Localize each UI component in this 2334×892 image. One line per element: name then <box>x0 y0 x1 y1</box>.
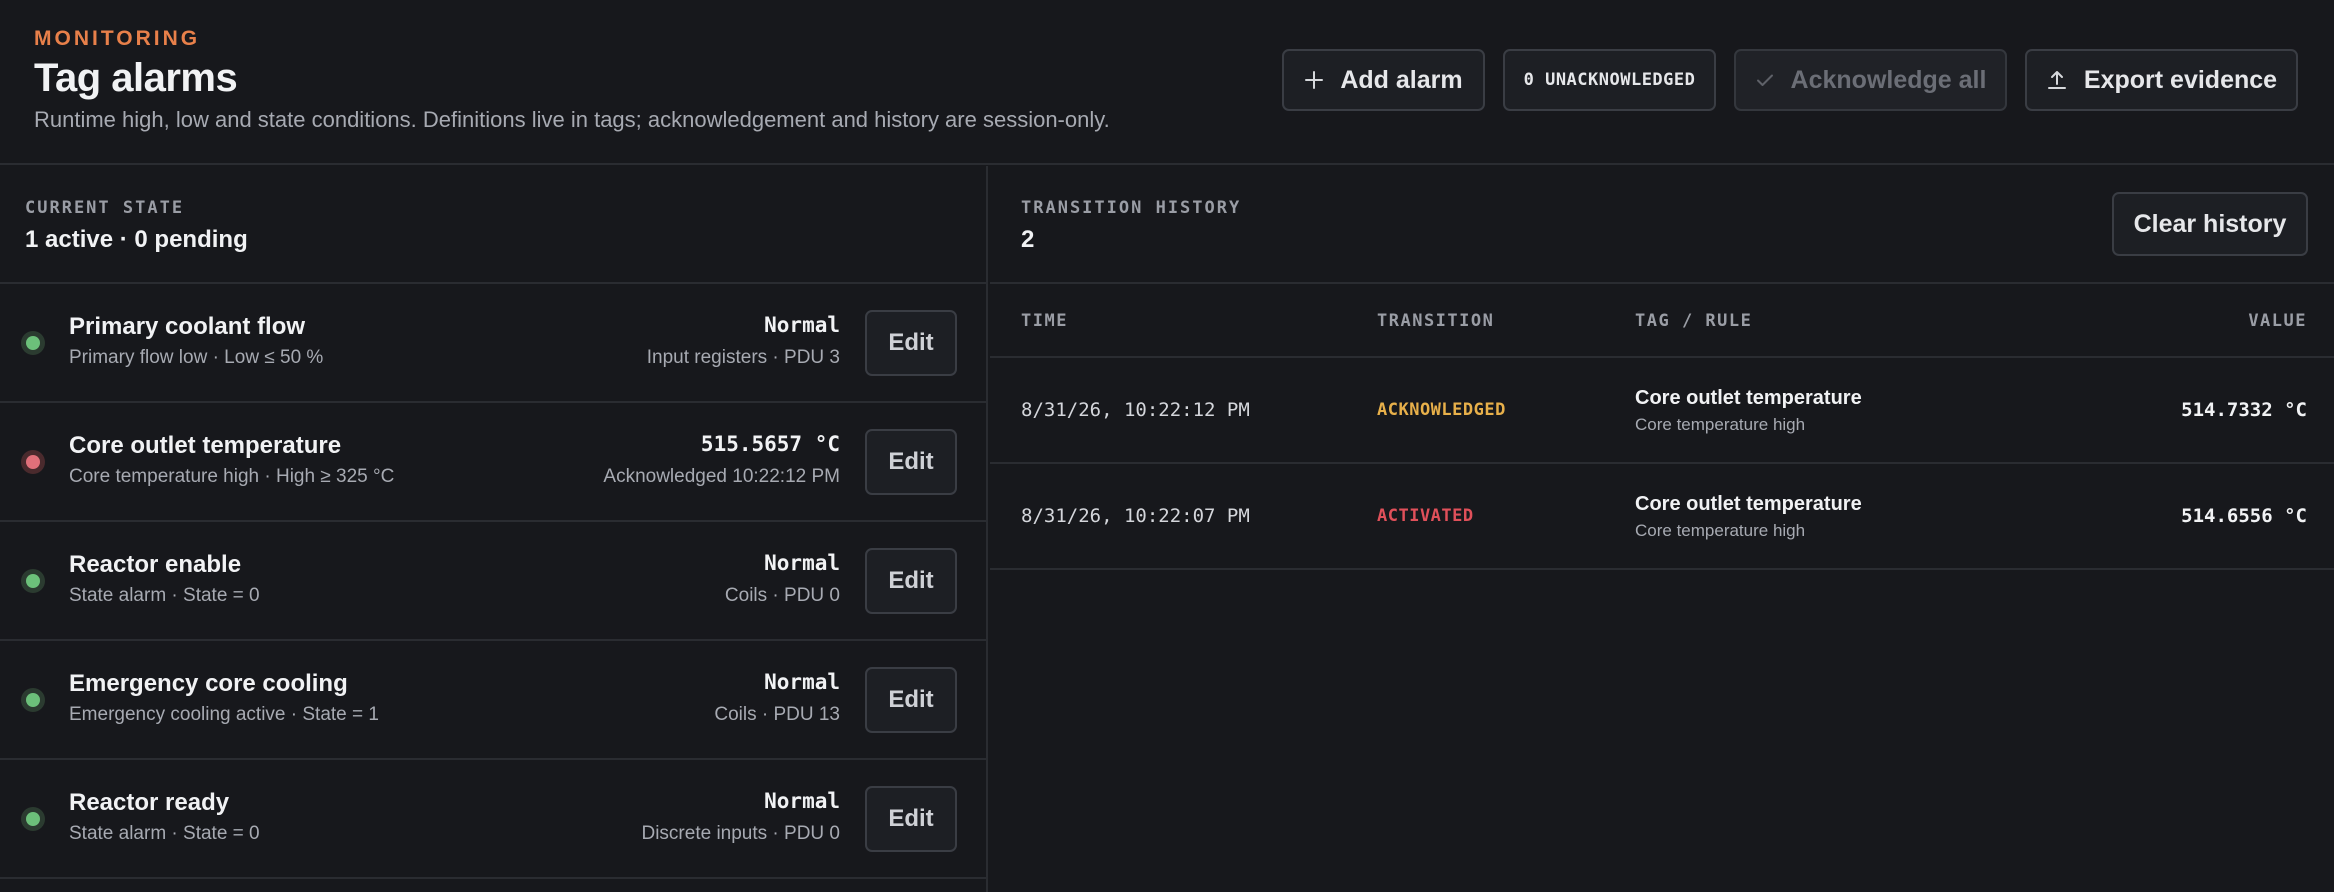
history-label: TRANSITION HISTORY <box>1021 198 1242 218</box>
clear-history-button[interactable]: Clear history <box>2112 192 2308 256</box>
export-evidence-label: Export evidence <box>2083 65 2278 94</box>
edit-alarm-button[interactable]: Edit <box>865 429 957 495</box>
export-evidence-button[interactable]: Export evidence <box>2025 49 2298 111</box>
add-alarm-label: Add alarm <box>1340 65 1463 94</box>
acknowledge-all-label: Acknowledge all <box>1790 65 1987 94</box>
current-state-header: CURRENT STATE 1 active · 0 pending <box>0 166 986 284</box>
column-time: TIME <box>1021 311 1068 331</box>
alarm-value: Normal <box>764 789 840 813</box>
alarm-source: Input registers · PDU 3 <box>646 347 840 368</box>
current-state-label: CURRENT STATE <box>25 198 185 218</box>
alarm-name: Reactor enable <box>69 551 242 578</box>
alarm-row: Core outlet temperature Core temperature… <box>0 403 986 522</box>
edit-alarm-button[interactable]: Edit <box>865 310 957 376</box>
section-eyebrow: MONITORING <box>34 27 201 50</box>
alarm-rule: Core temperature high · High ≥ 325 °C <box>69 466 395 487</box>
alarm-source: Acknowledged 10:22:12 PM <box>603 466 840 487</box>
alarm-row: Reactor enable State alarm · State = 0 N… <box>0 522 986 641</box>
status-ok-icon <box>21 331 45 355</box>
page-header: MONITORING Tag alarms Runtime high, low … <box>0 0 2334 165</box>
history-count: 2 <box>1021 226 1035 253</box>
plus-icon <box>1304 70 1324 90</box>
transition-badge: ACTIVATED <box>1377 506 1474 526</box>
column-tag-rule: TAG / RULE <box>1635 311 1753 331</box>
status-active-icon <box>21 450 45 474</box>
history-rule: Core temperature high <box>1635 415 1806 434</box>
alarm-value: Normal <box>764 313 840 337</box>
history-time: 8/31/26, 10:22:12 PM <box>1021 399 1250 421</box>
alarm-value: 515.5657 °C <box>700 432 840 456</box>
history-tag: Core outlet temperature <box>1635 387 1862 409</box>
alarm-source: Coils · PDU 0 <box>724 585 840 606</box>
alarm-value: Normal <box>764 670 840 694</box>
page-subtitle: Runtime high, low and state conditions. … <box>34 107 1110 132</box>
history-rule: Core temperature high <box>1635 521 1806 540</box>
transition-history-panel: TRANSITION HISTORY 2 Clear history TIME … <box>990 166 2334 892</box>
alarm-name: Reactor ready <box>69 789 230 816</box>
page-title: Tag alarms <box>34 56 238 100</box>
status-ok-icon <box>21 569 45 593</box>
upload-icon <box>2046 69 2068 91</box>
alarm-row: Reactor ready State alarm · State = 0 No… <box>0 760 986 879</box>
status-ok-icon <box>21 807 45 831</box>
alarm-rule: Primary flow low · Low ≤ 50 % <box>69 347 324 368</box>
check-icon <box>1755 70 1775 90</box>
column-value: VALUE <box>2248 311 2307 331</box>
history-table-header: TIME TRANSITION TAG / RULE VALUE <box>990 284 2334 358</box>
history-time: 8/31/26, 10:22:07 PM <box>1021 505 1250 527</box>
alarm-name: Primary coolant flow <box>69 313 306 340</box>
edit-alarm-button[interactable]: Edit <box>865 667 957 733</box>
alarm-rule: State alarm · State = 0 <box>69 823 260 844</box>
alarm-source: Coils · PDU 13 <box>714 704 840 725</box>
table-row: 8/31/26, 10:22:07 PM ACTIVATED Core outl… <box>990 464 2334 570</box>
unacknowledged-badge[interactable]: 0 UNACKNOWLEDGED <box>1503 49 1716 111</box>
alarm-rule: Emergency cooling active · State = 1 <box>69 704 379 725</box>
status-ok-icon <box>21 688 45 712</box>
alarm-row: Emergency core cooling Emergency cooling… <box>0 641 986 760</box>
history-value: 514.7332 °C <box>2181 399 2307 421</box>
alarm-name: Core outlet temperature <box>69 432 342 459</box>
edit-alarm-button[interactable]: Edit <box>865 548 957 614</box>
edit-alarm-button[interactable]: Edit <box>865 786 957 852</box>
alarm-row: Primary coolant flow Primary flow low · … <box>0 284 986 403</box>
current-state-summary: 1 active · 0 pending <box>25 226 248 253</box>
alarm-value: Normal <box>764 551 840 575</box>
current-state-panel: CURRENT STATE 1 active · 0 pending Prima… <box>0 166 988 892</box>
alarm-rule: State alarm · State = 0 <box>69 585 260 606</box>
history-header: TRANSITION HISTORY 2 Clear history <box>990 166 2334 284</box>
alarm-name: Emergency core cooling <box>69 670 348 697</box>
alarm-source: Discrete inputs · PDU 0 <box>641 823 840 844</box>
column-transition: TRANSITION <box>1377 311 1495 331</box>
history-value: 514.6556 °C <box>2181 505 2307 527</box>
acknowledge-all-button[interactable]: Acknowledge all <box>1734 49 2007 111</box>
add-alarm-button[interactable]: Add alarm <box>1282 49 1485 111</box>
table-row: 8/31/26, 10:22:12 PM ACKNOWLEDGED Core o… <box>990 358 2334 464</box>
transition-badge: ACKNOWLEDGED <box>1377 400 1506 420</box>
history-tag: Core outlet temperature <box>1635 493 1862 515</box>
